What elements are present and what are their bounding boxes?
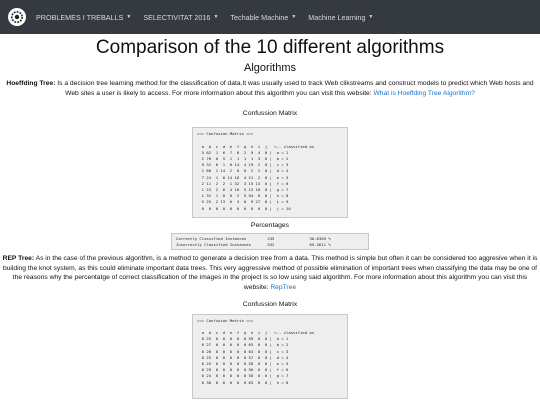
hoeffding-matrix-title: Confussion Matrix [242,110,298,118]
nav-item-label: Techable Machine [230,12,289,22]
hoeffding-link[interactable]: What is Hoeffding Tree Algorithm? [374,90,475,97]
gear-logo-icon [11,11,23,23]
hoeffding-percentages-title: Percentages [250,222,290,230]
reptree-name: REP Tree: [2,255,35,263]
reptree-link[interactable]: RepTree [270,284,296,291]
reptree-description: REP Tree: As in the case of the previous… [2,254,538,292]
hoeffding-description: Hoeffding Tree: Is a decision tree learn… [2,79,538,98]
nav-item-techable-machine[interactable]: Techable Machine ▼ [230,13,296,22]
chevron-down-icon: ▼ [126,14,132,20]
hoeffding-name: Hoeffding Tree: [6,80,56,87]
chevron-down-icon: ▼ [213,14,219,20]
nav-item-label: SELECTIVITAT 2016 [143,12,211,22]
nav-item-machine-learning[interactable]: Machine Learning ▼ [308,13,373,22]
reptree-confusion-matrix: === Confusion Matrix === a b c d e f g h… [192,313,348,399]
chevron-down-icon: ▼ [291,14,297,20]
nav-item-problemes[interactable]: PROBLEMES I TREBALLS ▼ [36,13,131,22]
hoeffding-confusion-matrix: === Confusion Matrix === a b c d e f g h… [192,127,348,219]
nav-item-selectivitat[interactable]: SELECTIVITAT 2016 ▼ [143,13,218,22]
chevron-down-icon: ▼ [368,14,374,20]
section-title: Algorithms [244,62,296,74]
hoeffding-percentages: Correctly Classified Instances 235 30.63… [171,233,369,251]
nav-item-label: Machine Learning [308,12,366,22]
reptree-matrix-title: Confussion Matrix [242,300,298,308]
nav-item-label: PROBLEMES I TREBALLS [36,12,124,22]
site-logo-icon[interactable] [8,8,26,26]
page-title: Comparison of the 10 different algorithm… [95,37,445,58]
navbar: PROBLEMES I TREBALLS ▼ SELECTIVITAT 2016… [0,0,540,34]
